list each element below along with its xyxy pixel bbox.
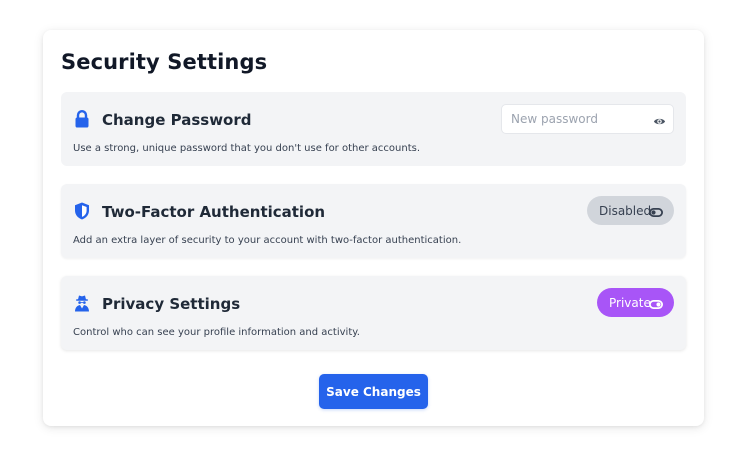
new-password-field [501,104,674,134]
toggle-label: Disabled [599,203,652,218]
eye-icon[interactable] [653,113,666,126]
toggle-off-icon [648,206,663,217]
section-title: Two-Factor Authentication [102,203,326,221]
page-title: Security Settings [61,50,268,74]
save-changes-button[interactable]: Save Changes [319,374,428,409]
section-description: Control who can see your profile informa… [73,327,360,338]
section-two-factor-auth: Two-Factor Authentication Add an extra l… [61,184,686,258]
section-privacy-settings: Privacy Settings Control who can see you… [61,276,686,350]
user-secret-icon [72,293,92,313]
section-description: Use a strong, unique password that you d… [73,143,421,154]
shield-icon [72,201,92,221]
section-title: Change Password [102,111,252,129]
toggle-label: Private [609,295,651,310]
security-settings-card: Security Settings Change Password Use a … [43,30,704,426]
two-factor-toggle-button[interactable]: Disabled [587,196,674,225]
lock-icon [72,109,92,129]
toggle-on-icon [648,298,663,309]
section-title: Privacy Settings [102,295,241,313]
section-change-password: Change Password Use a strong, unique pas… [61,92,686,166]
new-password-input[interactable] [502,105,642,133]
section-description: Add an extra layer of security to your a… [73,235,462,246]
privacy-toggle-button[interactable]: Private [597,288,674,317]
